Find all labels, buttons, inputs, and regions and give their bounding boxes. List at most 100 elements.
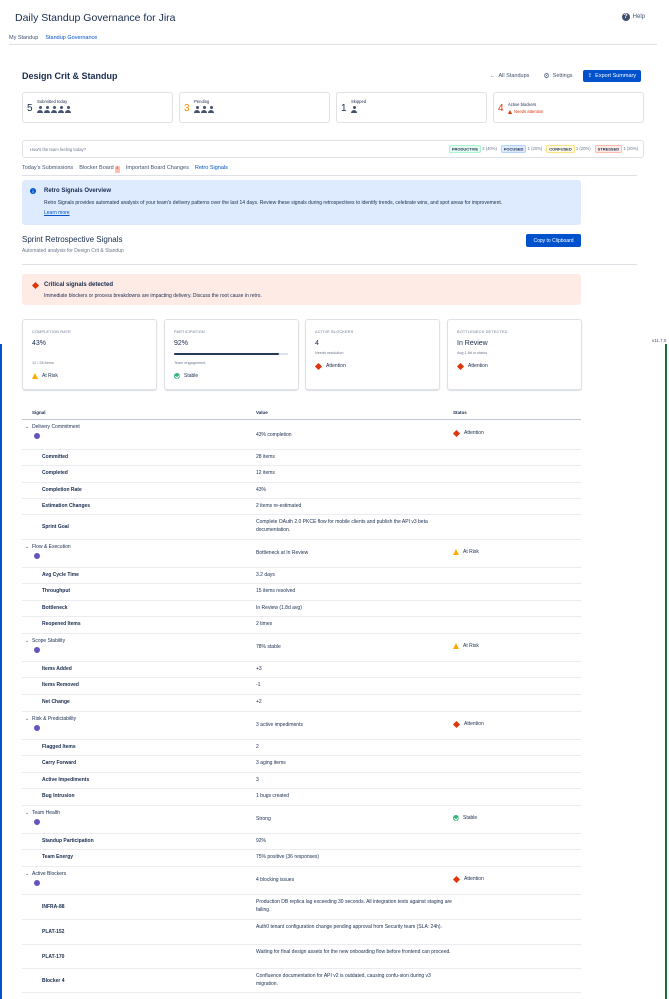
warning-icon: [32, 373, 38, 379]
card-active-blockers[interactable]: ACTIVE BLOCKERS 4 Needs resolution Atten…: [305, 319, 440, 390]
group-value: Bottleneck at In Review: [256, 550, 309, 556]
group-name: Delivery Commitment: [32, 424, 80, 430]
status-label: Attention: [468, 363, 488, 369]
row-label: Carry Forward: [42, 760, 77, 766]
card-completion-rate[interactable]: COMPLETION RATE 43% 12 / 28 items At Ris…: [22, 319, 157, 390]
mood-stressed: STRESSED 1 (20%): [594, 144, 638, 153]
group-value: 78% stable: [256, 644, 281, 650]
row-value: 12 items: [256, 470, 275, 476]
table-row: PLAT-170 Waiting for final design assets …: [22, 945, 581, 969]
participation-progress: [174, 353, 288, 355]
status-label: At Risk: [463, 643, 479, 649]
table-row: Standup Participation 92%: [22, 834, 581, 850]
mood-count: 1 (20%): [527, 146, 543, 151]
mood-tag: CONFUSED: [546, 144, 575, 153]
group-value: Strong: [256, 816, 271, 822]
row-value: 75% positive (36 responses): [256, 854, 320, 860]
mood-tag: FOCUSED: [500, 144, 527, 153]
avatar: [58, 106, 64, 114]
group-row-health[interactable]: ⌄ Team Health Strong Stable: [22, 806, 581, 834]
stat-number: 5: [27, 103, 33, 114]
group-status: Attention: [452, 720, 484, 728]
group-name: Team Health: [32, 810, 61, 816]
group-row-blockers[interactable]: ⌄ Active Blockers 4 blocking issues Atte…: [22, 867, 581, 895]
gear-icon: ⚙: [543, 73, 550, 80]
avatar-group: [351, 106, 357, 114]
critical-text: Immediate blockers or process breakdowns…: [44, 293, 262, 299]
card-participation[interactable]: PARTICIPATION 92% Team engagement Stable: [164, 319, 299, 390]
all-standups-button[interactable]: ← All Standups: [486, 71, 533, 81]
row-label: Team Energy: [42, 854, 74, 860]
divider: [22, 175, 637, 176]
export-summary-button[interactable]: ⇪ Export Summary: [582, 70, 642, 82]
page-title: Design Crit & Standup: [22, 71, 118, 81]
error-icon: [31, 281, 40, 290]
section-title: Sprint Retrospective Signals: [22, 235, 123, 244]
group-row-delivery[interactable]: ⌄ Delivery Commitment 43% completion Att…: [22, 420, 581, 450]
frame-edge-right: [665, 344, 667, 999]
info-icon: i: [30, 188, 36, 194]
settings-button[interactable]: ⚙ Settings: [539, 70, 576, 82]
row-label: Standup Participation: [42, 838, 94, 844]
chevron-down-icon: ⌄: [25, 638, 30, 644]
row-label: Items Added: [42, 666, 72, 672]
learn-more-link[interactable]: Learn more: [44, 210, 70, 216]
help-icon: ?: [621, 13, 630, 21]
info-icon: [34, 725, 40, 731]
card-bottleneck[interactable]: BOTTLENECK DETECTED In Review Avg 1.8d i…: [447, 319, 582, 390]
table-row: Bug Intrusion 1 bugs created: [22, 789, 581, 806]
overview-text: Retro Signals provides automated analysi…: [44, 200, 503, 206]
stat-number: 4: [498, 103, 504, 114]
row-label: Bug Intrusion: [42, 793, 75, 799]
blocker-count-badge: 4: [114, 166, 120, 173]
table-row: Completion Rate 43%: [22, 483, 581, 499]
group-name: Active Blockers: [32, 871, 67, 877]
info-icon: [34, 553, 40, 559]
group-row-risk[interactable]: ⌄ Risk & Predictability 3 active impedim…: [22, 712, 581, 740]
help-link[interactable]: ? Help: [621, 13, 645, 21]
critical-signals-banner: Critical signals detected Immediate bloc…: [22, 274, 581, 305]
row-value: 2: [256, 744, 259, 750]
error-icon: [314, 362, 323, 370]
row-label: PLAT-170: [42, 954, 65, 960]
warning-icon: [453, 643, 459, 649]
overview-title: Retro Signals Overview: [44, 188, 112, 194]
group-row-scope[interactable]: ⌄ Scope Stability 78% stable At Risk: [22, 634, 581, 662]
stat-submitted[interactable]: 5 Submitted today: [22, 92, 173, 123]
progress-fill: [174, 353, 279, 355]
status-label: Stable: [463, 815, 478, 821]
stat-skipped[interactable]: 1 Skipped: [336, 92, 487, 123]
mood-count: 1 (20%): [623, 146, 638, 151]
group-value: 43% completion: [256, 432, 292, 438]
row-label: INFRA-88: [42, 904, 65, 910]
group-value: 3 active impediments: [256, 722, 303, 728]
status-label: Attention: [464, 721, 484, 727]
row-label: Committed: [42, 454, 69, 460]
mood-tag: PRODUCTIVE: [448, 144, 482, 153]
error-icon: [456, 362, 465, 370]
table-row: Completed 12 items: [22, 466, 581, 483]
row-label: Net Change: [42, 699, 70, 705]
group-row-flow[interactable]: ⌄ Flow & Execution Bottleneck at In Revi…: [22, 540, 581, 568]
group-status: Stable: [453, 815, 477, 821]
group-status: At Risk: [453, 643, 479, 649]
table-row: Sprint Goal Complete OAuth 2.0 PKCE flow …: [22, 515, 581, 540]
row-value: Auth0 tenant configuration change pendin…: [256, 924, 442, 930]
stat-pending[interactable]: 3 Pending: [179, 92, 330, 123]
group-name: Risk & Predictability: [32, 716, 77, 722]
mood-bar: How's the team feeling today? PRODUCTIVE…: [22, 140, 644, 158]
info-icon: [34, 880, 40, 886]
stat-blockers[interactable]: 4 Active blockers Needs attention: [493, 92, 644, 123]
check-icon: [174, 373, 180, 379]
table-row: Estimation Changes 2 items re-estimated: [22, 499, 581, 515]
row-label: Estimation Changes: [42, 503, 91, 509]
row-label: Reopened Items: [42, 621, 81, 627]
table-row: Blocker 4 Confluence documentation for AP…: [22, 969, 581, 993]
copy-to-clipboard-button[interactable]: Copy to Clipboard: [526, 234, 581, 247]
table-row: Bottleneck In Review (1.8d avg): [22, 601, 581, 617]
stat-number: 1: [341, 103, 347, 114]
mood-count: 2 (40%): [482, 146, 497, 151]
stat-sub: Needs attention: [508, 109, 543, 114]
table-row: PLAT-152 Auth0 tenant configuration chang…: [22, 920, 581, 945]
card-status: At Risk: [32, 373, 58, 379]
